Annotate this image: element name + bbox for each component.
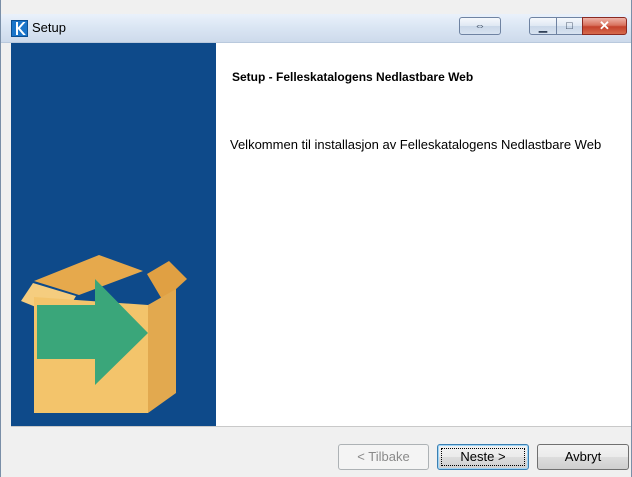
back-button-label: < Tilbake [357,449,410,464]
resize-icon: ⇔ [474,20,486,32]
page-title: Setup - Felleskatalogens Nedlastbare Web [232,70,474,84]
back-button[interactable]: < Tilbake [338,444,429,470]
next-button[interactable]: Neste > [437,444,529,470]
maximize-button[interactable]: □ [556,17,583,35]
minimize-button[interactable]: ▁ [529,17,557,35]
cancel-button-label: Avbryt [564,449,602,464]
next-button-label: Neste > [460,449,506,464]
box-arrow-icon [21,255,187,413]
welcome-text: Velkommen til installasjon av Felleskata… [230,137,602,152]
close-icon: ✕ [599,18,610,33]
wizard-content: Setup - Felleskatalogens Nedlastbare Web… [216,43,631,426]
cancel-button[interactable]: Avbryt [537,444,629,470]
close-button[interactable]: ✕ [582,17,627,35]
resize-button[interactable]: ⇔ [459,17,501,35]
title-bar[interactable]: Setup ⇔ ▁ □ ✕ [1,14,631,43]
felleskatalogen-k-icon [11,20,28,37]
wizard-banner [11,43,216,426]
button-bar-divider [11,426,631,427]
setup-window: Setup ⇔ ▁ □ ✕ Setup - Felleskatalogens N… [0,0,632,477]
maximize-icon: □ [566,20,573,32]
minimize-icon: ▁ [538,20,548,33]
window-title: Setup [32,20,66,35]
